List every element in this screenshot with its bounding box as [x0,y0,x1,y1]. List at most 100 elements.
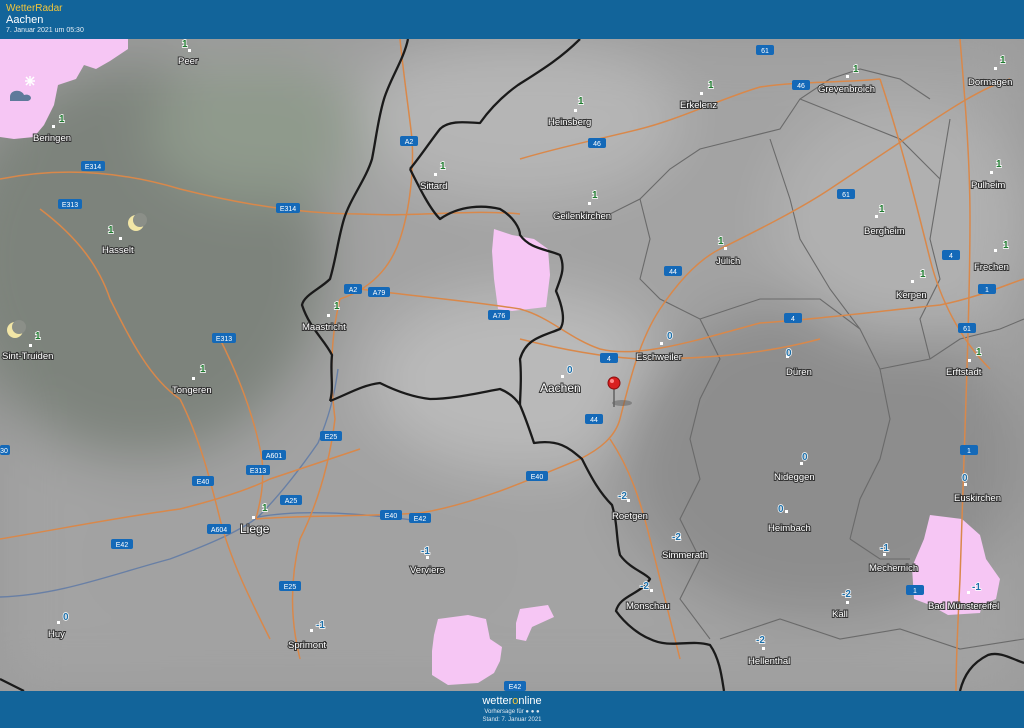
svg-text:0: 0 [962,473,968,484]
road-shield: 4 [784,313,802,323]
svg-text:E40: E40 [385,513,398,520]
road-shield: E42 [111,539,133,549]
road-shield: 61 [756,45,774,55]
svg-text:-2: -2 [842,589,851,600]
road-shield: 61 [837,189,855,199]
road-shield: E42 [409,513,431,523]
weather-map[interactable]: E314 E313 E314 A2 A2 A79 A76 E313 E25 A6… [0,39,1024,691]
road-shield: A2 [400,136,418,146]
svg-text:61: 61 [842,192,850,199]
svg-text:1: 1 [967,448,971,455]
road-shield: 46 [588,138,606,148]
road-shield: E313 [212,333,236,343]
svg-text:A25: A25 [285,498,298,505]
svg-text:61: 61 [761,48,769,55]
road-shield: E313 [246,465,270,475]
svg-text:-1: -1 [421,546,430,557]
svg-text:-2: -2 [672,532,681,543]
svg-text:Dormagen: Dormagen [968,77,1012,88]
road-shield: 30 [0,445,10,455]
brand-logo: wetteronline [482,695,542,707]
road-shield: 4 [942,250,960,260]
svg-text:Verviers: Verviers [410,565,445,576]
road-shield: E25 [320,431,342,441]
svg-text:Simmerath: Simmerath [662,550,708,561]
svg-text:Erftstadt: Erftstadt [946,367,982,378]
road-shield: 4 [600,353,618,363]
road-shield: 61 [958,323,976,333]
road-shield: A601 [262,450,286,460]
svg-text:A604: A604 [211,527,227,534]
svg-text:E25: E25 [325,434,338,441]
svg-text:-1: -1 [316,620,325,631]
road-shield: A76 [488,310,510,320]
svg-text:1: 1 [853,64,859,75]
svg-text:E314: E314 [85,164,101,171]
road-shield: A604 [207,524,231,534]
road-shield: E313 [58,199,82,209]
svg-text:A601: A601 [266,453,282,460]
valid-label: Vorhersage für ● ● ● [484,709,540,715]
svg-text:61: 61 [963,326,971,333]
svg-text:4: 4 [949,253,953,260]
svg-text:46: 46 [593,141,601,148]
header-bar: WetterRadar Aachen 7. Januar 2021 um 05:… [0,0,1024,39]
road-shield: 44 [664,266,682,276]
road-shield: E25 [279,581,301,591]
road-shield: 1 [960,445,978,455]
footer-bar: wetteronline Vorhersage für ● ● ● Stand:… [0,691,1024,728]
timestamp: 7. Januar 2021 um 05:30 [6,27,84,34]
svg-text:1: 1 [718,236,724,247]
svg-text:Mechernich: Mechernich [869,563,918,574]
svg-text:Hasselt: Hasselt [102,245,134,256]
svg-text:0: 0 [778,504,784,515]
svg-text:E40: E40 [197,479,210,486]
svg-text:E313: E313 [250,468,266,475]
svg-text:Bad Münstereifel: Bad Münstereifel [928,601,999,612]
svg-text:1: 1 [35,331,41,342]
svg-text:A79: A79 [373,290,386,297]
svg-text:-1: -1 [880,543,889,554]
road-shield: 46 [792,80,810,90]
svg-text:Nideggen: Nideggen [774,472,815,483]
svg-text:1: 1 [182,39,188,50]
svg-text:1: 1 [592,190,598,201]
svg-text:30: 30 [0,448,8,455]
svg-text:1: 1 [976,347,982,358]
svg-text:-2: -2 [756,635,765,646]
svg-text:A2: A2 [349,287,358,294]
road-shield: A25 [280,495,302,505]
road-shield: E314 [276,203,300,213]
svg-text:Aachen: Aachen [540,381,581,395]
svg-text:1: 1 [108,225,114,236]
svg-text:0: 0 [63,612,69,623]
road-shield: E40 [192,476,214,486]
svg-text:Grevenbroich: Grevenbroich [818,84,875,95]
stand-label: Stand: 7. Januar 2021 [482,717,542,723]
svg-text:E40: E40 [531,474,544,481]
svg-text:1: 1 [879,204,885,215]
road-shield: E40 [380,510,402,520]
svg-text:Eschweiler: Eschweiler [636,352,682,363]
svg-text:Kall: Kall [832,609,848,620]
svg-text:-2: -2 [640,581,649,592]
svg-text:46: 46 [797,83,805,90]
svg-text:1: 1 [440,161,446,172]
svg-text:1: 1 [920,269,926,280]
svg-text:Hellenthal: Hellenthal [748,656,790,667]
svg-text:A2: A2 [405,139,414,146]
svg-text:1: 1 [985,287,989,294]
snowflake-icon [25,76,35,86]
svg-text:-1: -1 [972,582,981,593]
svg-text:Heimbach: Heimbach [768,523,811,534]
svg-text:1: 1 [59,114,65,125]
svg-text:Peer: Peer [178,56,198,67]
svg-text:E42: E42 [509,684,522,691]
svg-text:0: 0 [786,348,792,359]
svg-text:E42: E42 [116,542,129,549]
svg-text:44: 44 [669,269,677,276]
svg-text:Pulheim: Pulheim [971,180,1005,191]
svg-text:E313: E313 [216,336,232,343]
cloud-layer [0,39,1024,691]
svg-text:1: 1 [708,80,714,91]
